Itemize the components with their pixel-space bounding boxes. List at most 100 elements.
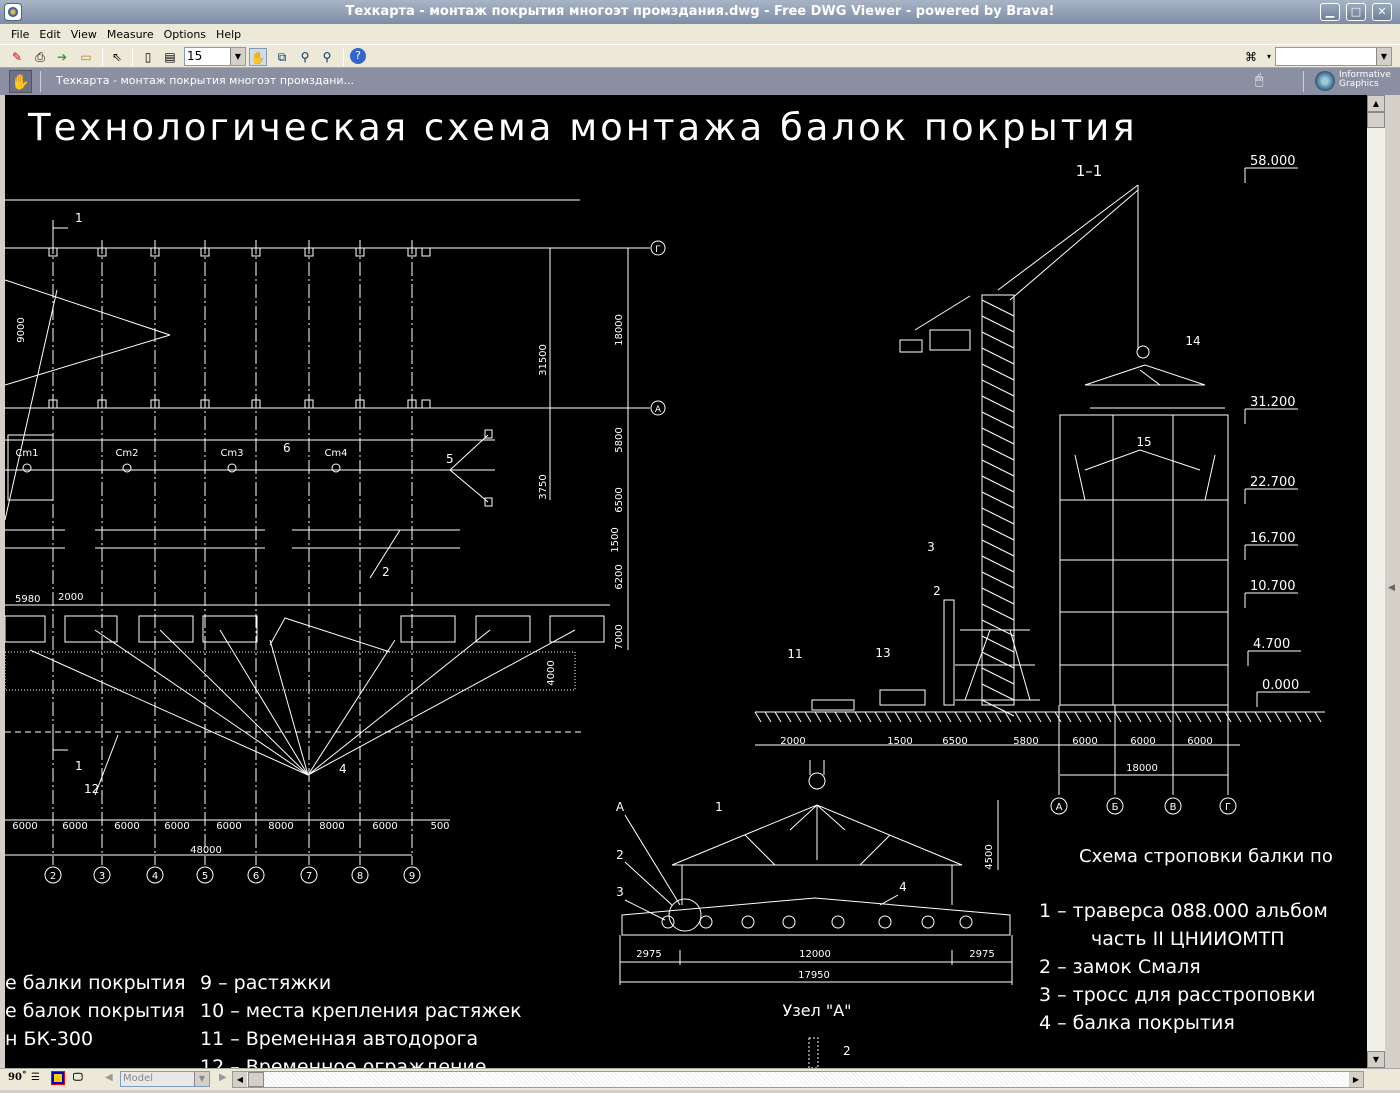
lattice [981, 619, 1015, 637]
status-bar: 90˚ ☰ 🖵 ◀ Model ▼ ▶ ◀ ▶ [0, 1068, 1400, 1090]
drawing-text: 12000 [799, 949, 831, 960]
zoom-level-select[interactable]: 15 ▼ [184, 47, 246, 66]
drawing-text: 9000 [16, 317, 27, 342]
measure-icon[interactable]: ▭ [77, 48, 95, 66]
drawing-text: 6000 [164, 821, 189, 832]
horizontal-scrollbar[interactable]: ◀ ▶ [232, 1071, 1364, 1088]
drawing-text: 10 – места крепления растяжек [200, 1000, 522, 1022]
crane-position [227, 463, 237, 473]
drawing-text: 15 [1136, 435, 1151, 449]
ground-hatch [1264, 711, 1272, 723]
binoculars-icon[interactable]: ⌘ [1242, 48, 1260, 66]
beam-stack [400, 615, 456, 643]
ground-hatch [774, 711, 782, 723]
ground-hatch [1114, 711, 1122, 723]
layers-icon[interactable]: ☰ [31, 1072, 40, 1083]
scroll-up-button[interactable]: ▲ [1367, 95, 1385, 112]
counter-jib [914, 295, 971, 331]
panel-expand-icon[interactable]: ◀ [1388, 583, 1395, 593]
ground-hatch [1014, 711, 1022, 723]
minimize-button[interactable]: ▁ [1320, 3, 1340, 21]
menu-file[interactable]: File [6, 24, 34, 44]
scroll-thumb[interactable] [1367, 112, 1385, 128]
drawing-text: 8 [357, 871, 363, 882]
vertical-scrollbar[interactable]: ▲ ▼ [1367, 95, 1385, 1068]
prev-layout-icon[interactable]: ◀ [105, 1072, 113, 1083]
menu-help[interactable]: Help [211, 24, 246, 44]
drawing-text: 0.000 [1262, 678, 1299, 693]
drawing-text: Cm1 [15, 448, 38, 459]
lattice [981, 427, 1015, 445]
menu-bar: File Edit View Measure Options Help [0, 24, 1400, 44]
chevron-down-icon[interactable]: ▼ [1376, 48, 1391, 65]
drawing-text: 3 [616, 885, 624, 899]
ground-hatch [1104, 711, 1112, 723]
pan-hand-icon[interactable]: ✋ [249, 48, 267, 66]
lattice [981, 555, 1015, 573]
next-layout-icon[interactable]: ▶ [219, 1072, 227, 1083]
line [624, 899, 666, 921]
drawing-text: 8000 [268, 821, 293, 832]
display-icon[interactable]: 🖵 [73, 1072, 83, 1083]
beam-stack [549, 615, 605, 643]
page-setup-icon[interactable]: ▤ [161, 48, 179, 66]
layout-select[interactable]: Model ▼ [120, 1071, 210, 1087]
scroll-down-button[interactable]: ▼ [1367, 1051, 1385, 1068]
menu-edit[interactable]: Edit [34, 24, 65, 44]
markup-icon[interactable]: ✎ [8, 48, 26, 66]
drawing-text: 8000 [319, 821, 344, 832]
lattice [981, 459, 1015, 477]
menu-view[interactable]: View [66, 24, 102, 44]
beam-hole [782, 915, 796, 929]
app-icon[interactable] [4, 3, 22, 21]
chevron-down-icon[interactable]: ▼ [230, 48, 245, 65]
ground-hatch [1064, 711, 1072, 723]
ground-hatch [894, 711, 902, 723]
menu-options[interactable]: Options [159, 24, 211, 44]
ground-hatch [784, 711, 792, 723]
toolbar: ✎ ⎙ ➔ ▭ ⇖ ▯ ▤ 15 ▼ ✋ ⧉ ⚲ ⚲ ? ⌘ ▾ ▼ [0, 44, 1400, 68]
select-icon[interactable]: ⇖ [108, 48, 126, 66]
zoom-dynamic-icon[interactable]: ⚲ [296, 48, 314, 66]
drawing-text: 6 [253, 871, 259, 882]
zoom-icon[interactable]: ⚲ [318, 48, 336, 66]
lattice [981, 699, 1015, 717]
rotate-button[interactable]: 90˚ [8, 1072, 27, 1083]
print-icon[interactable]: ⎙ [31, 48, 49, 66]
ground-hatch [1174, 711, 1182, 723]
traverse [671, 804, 963, 866]
scroll-right-button[interactable]: ▶ [1349, 1072, 1363, 1087]
ground-hatch [1244, 711, 1252, 723]
ground-hatch [1074, 711, 1082, 723]
background-color-icon[interactable] [51, 1071, 65, 1085]
lattice [981, 571, 1015, 589]
pan-hand-icon[interactable]: ✋ [9, 70, 32, 93]
close-button[interactable]: ✕ [1372, 3, 1392, 21]
mouse-zoom-icon[interactable]: 🖱 [1255, 72, 1263, 88]
scroll-left-button[interactable]: ◀ [233, 1072, 247, 1087]
drawing-text: 31.200 [1250, 395, 1296, 410]
zoom-window-icon[interactable]: ⧉ [273, 48, 291, 66]
chevron-down-icon[interactable]: ▼ [194, 1072, 209, 1086]
menu-measure[interactable]: Measure [102, 24, 159, 44]
scroll-thumb[interactable] [248, 1072, 264, 1087]
drawing-text: 18000 [614, 314, 625, 346]
ground-hatch [944, 711, 952, 723]
help-icon[interactable]: ? [350, 48, 366, 64]
ground-hatch [1154, 711, 1162, 723]
lattice [981, 683, 1015, 701]
export-icon[interactable]: ➔ [53, 48, 71, 66]
drawing-text: А [1056, 802, 1063, 813]
beam-stack [475, 615, 531, 643]
ground-hatch [1234, 711, 1242, 723]
drawing-text: 4 [339, 762, 347, 776]
ground-hatch [964, 711, 972, 723]
maximize-button[interactable]: □ [1346, 3, 1366, 21]
drawing-text: 6 [283, 441, 291, 455]
ground-hatch [934, 711, 942, 723]
drawing-text: 4 [899, 880, 907, 894]
drawing-text: 2 [616, 848, 624, 862]
page-icon[interactable]: ▯ [139, 48, 157, 66]
search-input[interactable]: ▼ [1275, 47, 1392, 66]
drawing-canvas[interactable]: Технологическая схема монтажа балок покр… [5, 95, 1367, 1068]
